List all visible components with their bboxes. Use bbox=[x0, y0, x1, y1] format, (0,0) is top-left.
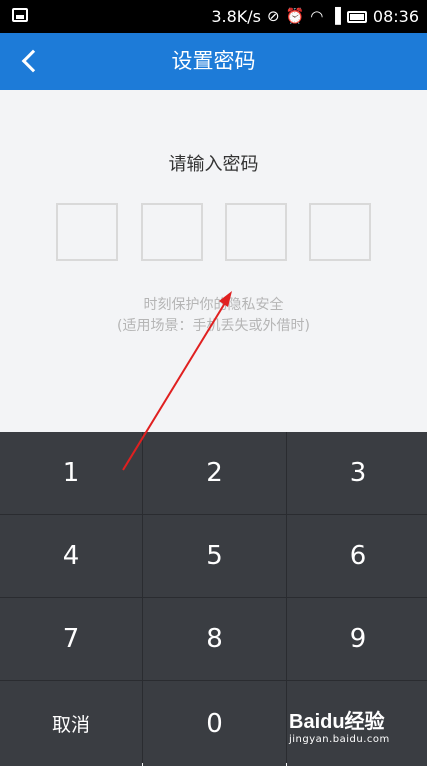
key-9[interactable]: 9 bbox=[287, 598, 427, 680]
alarm-icon: ⏰ bbox=[285, 7, 305, 25]
watermark-url: jingyan.baidu.com bbox=[289, 734, 390, 745]
key-5[interactable]: 5 bbox=[143, 515, 286, 597]
pin-box-1[interactable] bbox=[56, 203, 118, 261]
cancel-button[interactable]: 取消 bbox=[0, 681, 142, 766]
key-7[interactable]: 7 bbox=[0, 598, 142, 680]
status-bar-right: 3.8K/s ⊘ ⏰ ◠ ▐ 08:36 bbox=[211, 0, 419, 33]
network-speed: 3.8K/s bbox=[211, 7, 261, 26]
hint-text-2: (适用场景：手机丢失或外借时) bbox=[117, 318, 310, 334]
back-button[interactable] bbox=[10, 41, 50, 81]
app-header: 设置密码 bbox=[0, 33, 427, 90]
muted-icon: ⊘ bbox=[266, 7, 280, 25]
key-1[interactable]: 1 bbox=[0, 432, 142, 514]
pin-box-2[interactable] bbox=[141, 203, 203, 261]
key-2[interactable]: 2 bbox=[143, 432, 286, 514]
chevron-left-icon bbox=[21, 49, 45, 73]
key-8[interactable]: 8 bbox=[143, 598, 286, 680]
watermark-logo: Baidu经验 bbox=[289, 711, 385, 733]
clock: 08:36 bbox=[372, 7, 419, 26]
key-3[interactable]: 3 bbox=[287, 432, 427, 514]
password-prompt: 请输入密码 bbox=[168, 154, 259, 175]
signal-icon: ▐ bbox=[329, 7, 341, 25]
baidu-watermark: Baidu经验 jingyan.baidu.com bbox=[289, 705, 415, 751]
wifi-icon: ◠ bbox=[310, 7, 324, 25]
key-4[interactable]: 4 bbox=[0, 515, 142, 597]
battery-icon bbox=[346, 10, 367, 23]
page-title: 设置密码 bbox=[171, 49, 256, 73]
pin-input-row[interactable] bbox=[56, 203, 374, 263]
status-bar: 3.8K/s ⊘ ⏰ ◠ ▐ 08:36 bbox=[0, 0, 427, 33]
pin-box-3[interactable] bbox=[225, 203, 287, 261]
image-icon bbox=[12, 8, 28, 22]
key-6[interactable]: 6 bbox=[287, 515, 427, 597]
pin-box-4[interactable] bbox=[309, 203, 371, 261]
key-0[interactable]: 0 bbox=[143, 681, 286, 766]
hint-text-1: 时刻保护你的隐私安全 bbox=[143, 297, 284, 313]
